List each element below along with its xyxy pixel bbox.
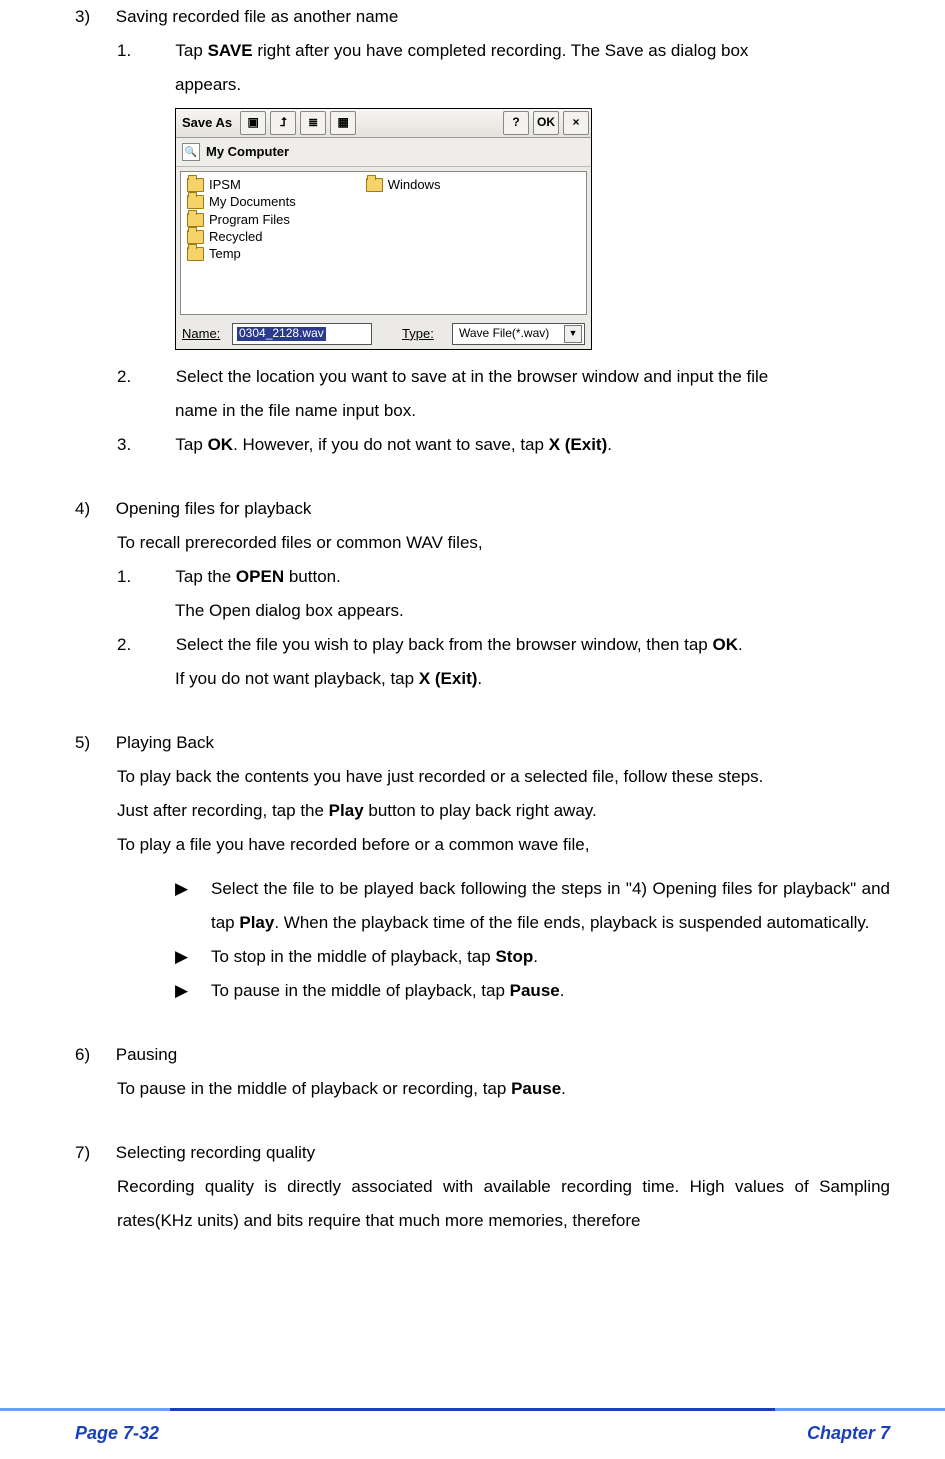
s3-step1: 1. Tap SAVE right after you have complet… bbox=[117, 34, 890, 68]
page-footer: Page 7-32 Chapter 7 bbox=[0, 1408, 945, 1451]
section-num: 3) bbox=[75, 0, 111, 34]
dialog-titlebar: Save As ▣ ⮥ ≣ ▦ ? OK × bbox=[176, 109, 591, 138]
toolbar-details-icon[interactable]: ▦ bbox=[330, 111, 356, 135]
triangle-bullet-icon: ▶ bbox=[175, 940, 211, 974]
folder-label: Windows bbox=[388, 178, 441, 192]
s3-step3: 3. Tap OK. However, if you do not want t… bbox=[117, 428, 890, 462]
help-button[interactable]: ? bbox=[503, 111, 529, 135]
section-6-heading: 6) Pausing bbox=[75, 1038, 890, 1072]
dialog-title: Save As bbox=[176, 116, 238, 130]
folder-icon bbox=[187, 230, 204, 244]
folder-item[interactable]: Recycled bbox=[187, 230, 296, 244]
step-num: 3. bbox=[117, 428, 171, 462]
folder-icon bbox=[366, 178, 383, 192]
type-label: Type: bbox=[402, 327, 446, 341]
save-as-dialog: Save As ▣ ⮥ ≣ ▦ ? OK × 🔍 My Computer IPS… bbox=[175, 108, 592, 350]
ok-button[interactable]: OK bbox=[533, 111, 559, 135]
step-num: 1. bbox=[117, 34, 171, 68]
s4-step1-cont: The Open dialog box appears. bbox=[175, 594, 890, 628]
section-3-heading: 3) Saving recorded file as another name bbox=[75, 0, 890, 34]
file-browser[interactable]: IPSM My Documents Program Files Recycled Tem… bbox=[180, 171, 587, 315]
search-icon: 🔍 bbox=[182, 143, 200, 161]
filetype-select[interactable]: Wave File(*.wav) ▼ bbox=[452, 323, 585, 345]
current-location: My Computer bbox=[206, 145, 289, 159]
s6-p1: To pause in the middle of playback or re… bbox=[117, 1072, 890, 1106]
s7-p1: Recording quality is directly associated… bbox=[117, 1170, 890, 1238]
folder-item[interactable]: My Documents bbox=[187, 195, 296, 209]
folder-icon bbox=[187, 213, 204, 227]
page-number: Page 7-32 bbox=[75, 1415, 159, 1451]
s5-bullet2: ▶ To stop in the middle of playback, tap… bbox=[175, 940, 890, 974]
filename-row: Name: 0304_2128.wav Type: Wave File(*.wa… bbox=[176, 319, 591, 349]
chapter-label: Chapter 7 bbox=[807, 1415, 890, 1451]
section-title: Saving recorded file as another name bbox=[116, 7, 399, 26]
section-7-heading: 7) Selecting recording quality bbox=[75, 1136, 890, 1170]
toolbar-up-icon[interactable]: ⮥ bbox=[270, 111, 296, 135]
s5-p1: To play back the contents you have just … bbox=[117, 760, 890, 794]
folder-label: Program Files bbox=[209, 213, 290, 227]
s5-p3: To play a file you have recorded before … bbox=[117, 828, 890, 862]
section-5-heading: 5) Playing Back bbox=[75, 726, 890, 760]
location-bar: 🔍 My Computer bbox=[176, 138, 591, 167]
triangle-bullet-icon: ▶ bbox=[175, 872, 211, 940]
s5-bullet1: ▶ Select the file to be played back foll… bbox=[175, 872, 890, 940]
folder-icon bbox=[187, 195, 204, 209]
toolbar-list-icon[interactable]: ≣ bbox=[300, 111, 326, 135]
chevron-down-icon: ▼ bbox=[564, 325, 582, 343]
folder-item[interactable]: Temp bbox=[187, 247, 296, 261]
s3-step2-cont: name in the file name input box. bbox=[175, 394, 890, 428]
folder-label: Temp bbox=[209, 247, 241, 261]
step-num: 2. bbox=[117, 360, 171, 394]
s4-step2: 2. Select the file you wish to play back… bbox=[117, 628, 890, 662]
filename-input[interactable]: 0304_2128.wav bbox=[232, 323, 372, 345]
folder-icon bbox=[187, 247, 204, 261]
toolbar-disk-icon[interactable]: ▣ bbox=[240, 111, 266, 135]
s5-p2: Just after recording, tap the Play butto… bbox=[117, 794, 890, 828]
folder-label: IPSM bbox=[209, 178, 241, 192]
close-button[interactable]: × bbox=[563, 111, 589, 135]
s4-intro: To recall prerecorded files or common WA… bbox=[117, 526, 890, 560]
s4-step2-cont: If you do not want playback, tap X (Exit… bbox=[175, 662, 890, 696]
folder-item[interactable]: Program Files bbox=[187, 213, 296, 227]
folder-label: My Documents bbox=[209, 195, 296, 209]
section-4-heading: 4) Opening files for playback bbox=[75, 492, 890, 526]
s4-step1: 1. Tap the OPEN button. bbox=[117, 560, 890, 594]
s3-step1-cont: appears. bbox=[175, 68, 890, 102]
folder-label: Recycled bbox=[209, 230, 262, 244]
s5-bullet3: ▶ To pause in the middle of playback, ta… bbox=[175, 974, 890, 1008]
triangle-bullet-icon: ▶ bbox=[175, 974, 211, 1008]
s3-step2: 2. Select the location you want to save … bbox=[117, 360, 890, 394]
folder-icon bbox=[187, 178, 204, 192]
folder-item[interactable]: Windows bbox=[366, 178, 441, 192]
name-label: Name: bbox=[182, 327, 226, 341]
folder-item[interactable]: IPSM bbox=[187, 178, 296, 192]
